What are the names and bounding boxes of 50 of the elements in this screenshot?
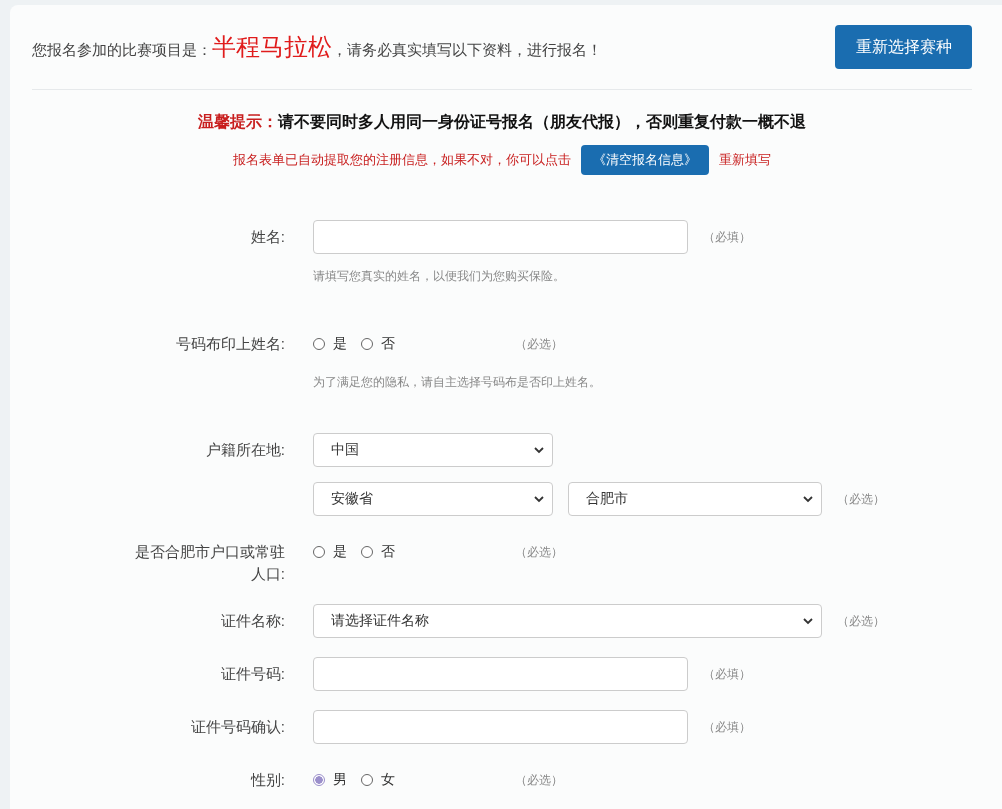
- hint-text: 为了满足您的隐私，请自主选择号码布是否印上姓名。: [313, 374, 601, 390]
- required-note: （必填）: [703, 228, 751, 246]
- autofill-text: 报名表单已自动提取您的注册信息，如果不对，你可以点击: [233, 151, 571, 169]
- radio-button[interactable]: [313, 338, 325, 350]
- required-note: （必选）: [515, 771, 563, 789]
- field-label: 户籍所在地:: [204, 440, 285, 460]
- required-note: （必选）: [837, 490, 885, 508]
- clear-info-button[interactable]: 《清空报名信息》: [581, 145, 709, 175]
- autofill-text: 重新填写: [719, 151, 771, 169]
- field-label: 性别:: [249, 770, 285, 790]
- dropdown[interactable]: 请选择证件名称: [313, 604, 822, 638]
- required-note: （必选）: [515, 543, 563, 561]
- event-name: 半程马拉松: [212, 32, 332, 62]
- field-label: 证件名称:: [219, 611, 285, 631]
- required-note: （必填）: [703, 718, 751, 736]
- radio-label[interactable]: 男: [333, 771, 347, 789]
- field-label: 是否合肥市户口或常驻人口:: [134, 542, 285, 584]
- chevron-down-icon: [803, 495, 813, 503]
- radio-button[interactable]: [361, 546, 373, 558]
- radio-label[interactable]: 女: [381, 771, 395, 789]
- field-label: 证件号码:: [219, 664, 285, 684]
- notice-label: 温馨提示：: [198, 112, 278, 132]
- field-label: 姓名:: [249, 227, 285, 247]
- required-note: （必选）: [515, 335, 563, 353]
- radio-label[interactable]: 是: [333, 543, 347, 561]
- dropdown[interactable]: 合肥市: [568, 482, 822, 516]
- intro-text: ，请务必真实填写以下资料，进行报名！: [332, 41, 602, 60]
- radio-button[interactable]: [361, 338, 373, 350]
- radio-button[interactable]: [361, 774, 373, 786]
- chevron-down-icon: [803, 617, 813, 625]
- notice-text: 请不要同时多人用同一身份证号报名（朋友代报），否则重复付款一概不退: [278, 112, 806, 132]
- hint-text: 请填写您真实的姓名，以便我们为您购买保险。: [313, 268, 566, 284]
- text-field[interactable]: [313, 710, 688, 744]
- intro-text: 您报名参加的比赛项目是：: [32, 41, 212, 60]
- dropdown[interactable]: 中国: [313, 433, 553, 467]
- required-note: （必填）: [703, 665, 751, 683]
- text-field[interactable]: [313, 657, 688, 691]
- radio-label[interactable]: 否: [381, 335, 395, 353]
- text-field[interactable]: [313, 220, 688, 254]
- required-note: （必选）: [837, 612, 885, 630]
- chevron-down-icon: [534, 495, 544, 503]
- radio-label[interactable]: 是: [333, 335, 347, 353]
- radio-label[interactable]: 否: [381, 543, 395, 561]
- field-label: 证件号码确认:: [189, 717, 285, 737]
- dropdown[interactable]: 安徽省: [313, 482, 553, 516]
- reselect-event-button[interactable]: 重新选择赛种: [835, 25, 972, 69]
- chevron-down-icon: [534, 446, 544, 454]
- field-label: 号码布印上姓名:: [174, 334, 285, 354]
- radio-button[interactable]: [313, 546, 325, 558]
- radio-button[interactable]: [313, 774, 325, 786]
